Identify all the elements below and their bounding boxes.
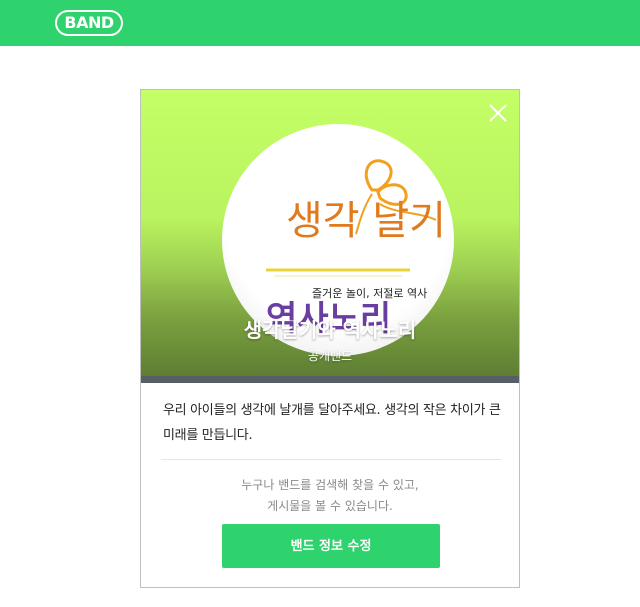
band-info-card: 생각 날기 즐거운 놀이, 저절로 역사 역사노리 생각날기와 역사노리 공개밴… [140, 89, 520, 588]
close-icon [489, 104, 507, 122]
band-description: 우리 아이들의 생각에 날개를 달아주세요. 생각의 작은 차이가 큰 미래를 … [163, 403, 501, 443]
edit-band-info-button[interactable]: 밴드 정보 수정 [222, 524, 440, 568]
band-logo[interactable]: BAND [55, 10, 123, 36]
band-name: 생각날기와 역사노리 [243, 318, 417, 342]
top-bar: BAND [0, 0, 640, 46]
visibility-notice-line-2: 게시물을 볼 수 있습니다. [267, 499, 393, 513]
visibility-notice: 누구나 밴드를 검색해 찾을 수 있고, 게시물을 볼 수 있습니다. [141, 475, 519, 517]
section-divider [161, 459, 501, 460]
band-cover: 생각 날기 즐거운 놀이, 저절로 역사 역사노리 생각날기와 역사노리 공개밴… [141, 90, 519, 376]
visibility-notice-line-1: 누구나 밴드를 검색해 찾을 수 있고, [241, 478, 419, 492]
cover-divider-strip [141, 376, 519, 383]
svg-text:생각 날기: 생각 날기 [286, 198, 446, 244]
band-visibility-label: 공개밴드 [307, 349, 353, 363]
close-button[interactable] [487, 102, 509, 124]
